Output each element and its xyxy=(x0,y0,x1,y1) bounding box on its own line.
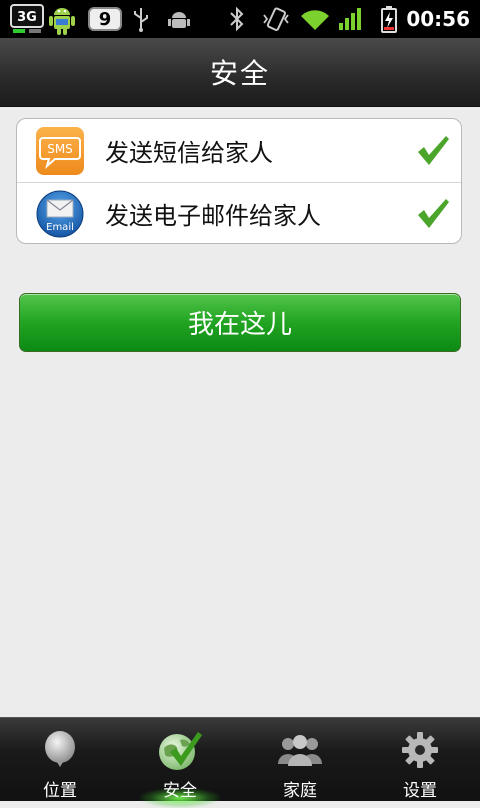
email-icon-text: Email xyxy=(46,222,74,233)
status-time: 00:56 xyxy=(406,7,470,31)
tab-label: 设置 xyxy=(403,781,437,801)
tab-location[interactable]: 位置 xyxy=(0,718,120,801)
status-bar: 3G 9 00:56 xyxy=(0,0,480,38)
debug-icon xyxy=(166,0,192,38)
tab-label: 位置 xyxy=(43,781,77,801)
usb-icon xyxy=(130,0,152,38)
checkmark-icon[interactable] xyxy=(415,133,451,169)
vibrate-icon xyxy=(260,0,292,38)
option-label: 发送电子邮件给家人 xyxy=(105,202,321,230)
email-icon: Email xyxy=(35,189,85,239)
page-title: 安全 xyxy=(209,57,270,90)
bluetooth-icon xyxy=(226,0,248,38)
network-label: 3G xyxy=(17,10,37,25)
option-label: 发送短信给家人 xyxy=(105,139,273,167)
battery-charging-icon xyxy=(378,0,400,38)
bottom-tab-bar: 位置 安全 家庭 设置 xyxy=(0,717,480,808)
tab-label: 家庭 xyxy=(283,781,317,801)
android-icon xyxy=(46,0,78,38)
3g-icon: 3G xyxy=(10,0,44,38)
safety-globe-check-icon xyxy=(156,728,204,772)
notification-count-badge: 9 xyxy=(86,0,124,38)
sms-icon-text: SMS xyxy=(47,142,73,156)
wifi-icon xyxy=(298,0,332,38)
tab-family[interactable]: 家庭 xyxy=(240,718,360,801)
notification-count: 9 xyxy=(88,7,122,31)
option-send-email[interactable]: Email 发送电子邮件给家人 xyxy=(17,182,461,243)
header-bar: 安全 xyxy=(0,38,480,107)
tab-safety[interactable]: 安全 xyxy=(120,718,240,808)
signal-icon xyxy=(338,0,364,38)
tab-settings[interactable]: 设置 xyxy=(360,718,480,801)
checkmark-icon[interactable] xyxy=(415,196,451,232)
notification-options-list: SMS 发送短信给家人 Email 发送电子邮件给家人 xyxy=(16,118,462,244)
option-send-sms[interactable]: SMS 发送短信给家人 xyxy=(17,119,461,183)
sms-icon: SMS xyxy=(35,126,85,176)
im-here-button[interactable]: 我在这儿 xyxy=(19,293,461,352)
family-people-icon xyxy=(276,730,324,770)
tab-label: 安全 xyxy=(163,781,197,801)
location-balloon-icon xyxy=(40,730,80,770)
gear-icon xyxy=(400,730,440,770)
